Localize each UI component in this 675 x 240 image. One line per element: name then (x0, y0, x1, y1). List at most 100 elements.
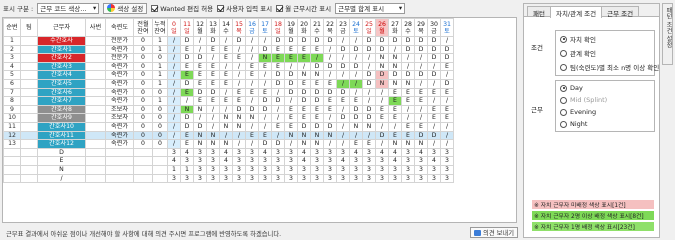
shift-cell[interactable]: / (349, 130, 363, 141)
row-prev-remain[interactable]: 0 (133, 53, 153, 63)
shift-cell[interactable]: / (167, 61, 181, 72)
shift-cell[interactable]: D (323, 61, 337, 72)
shift-cell[interactable]: D (258, 96, 272, 106)
day-header[interactable]: 11 일 (180, 18, 194, 37)
shift-cell[interactable]: D (401, 44, 415, 55)
row-position[interactable]: 조보자 (105, 113, 134, 123)
shift-cell[interactable]: D (362, 78, 376, 89)
row-sabun[interactable] (85, 36, 106, 46)
shift-cell[interactable]: N (297, 70, 311, 80)
row-team[interactable] (20, 96, 38, 106)
shift-cell[interactable]: D (388, 36, 402, 46)
shift-cell[interactable]: D (284, 78, 298, 89)
row-sabun[interactable] (85, 87, 106, 98)
shift-cell[interactable]: / (245, 36, 259, 46)
shift-cell[interactable]: D (271, 70, 285, 80)
shift-cell[interactable]: D (427, 53, 441, 63)
row-team[interactable] (20, 87, 38, 98)
shift-cell[interactable]: / (336, 130, 350, 141)
shift-cell[interactable]: D (271, 96, 285, 106)
shift-cell[interactable]: D (193, 87, 207, 98)
shift-cell[interactable]: E (297, 104, 311, 115)
shift-cell[interactable]: E (258, 61, 272, 72)
day-header[interactable]: 17 토 (258, 18, 272, 37)
shift-cell[interactable]: / (401, 61, 415, 72)
row-team[interactable] (20, 36, 38, 46)
shift-cell[interactable]: E (323, 96, 337, 106)
shift-cell[interactable]: / (414, 104, 428, 115)
tab-work-condition[interactable]: 근무 조건 (601, 6, 640, 18)
shift-cell[interactable]: E (323, 78, 337, 89)
row-worker[interactable]: 간호사1 (37, 44, 86, 55)
shift-cell[interactable]: / (193, 44, 207, 55)
radio-self-check[interactable]: 자치 확인 (560, 34, 650, 44)
day-header[interactable]: 25 일 (362, 18, 376, 37)
shift-cell[interactable]: E (297, 53, 311, 63)
shift-cell[interactable]: E (375, 113, 389, 123)
row-sabun[interactable] (85, 78, 106, 89)
shift-cell[interactable]: / (206, 113, 220, 123)
row-team[interactable] (20, 139, 38, 149)
shift-cell[interactable]: / (193, 36, 207, 46)
shift-cell[interactable]: D (323, 87, 337, 98)
row-position[interactable]: 숙련가 (105, 130, 134, 141)
shift-cell[interactable]: / (245, 121, 259, 132)
row-seq[interactable]: 8 (3, 96, 21, 106)
shift-cell[interactable]: / (323, 113, 337, 123)
shift-cell[interactable]: E (180, 44, 194, 55)
shift-cell[interactable]: N (219, 113, 233, 123)
shift-cell[interactable]: E (193, 78, 207, 89)
shift-cell[interactable]: / (271, 130, 285, 141)
shift-cell[interactable]: D (323, 121, 337, 132)
shift-cell[interactable]: D (414, 36, 428, 46)
shift-cell[interactable]: / (271, 113, 285, 123)
row-prev-remain[interactable]: 0 (133, 70, 153, 80)
table-row[interactable]: 9 간호사8 조보자 0 0/N N / / D D D / E E E E / D D E E / / E E (3, 104, 454, 115)
shift-cell[interactable]: D (258, 104, 272, 115)
row-seq[interactable]: 6 (3, 78, 21, 89)
shift-cell[interactable]: D (414, 70, 428, 80)
row-position[interactable]: 전문가 (105, 53, 134, 63)
shift-cell[interactable]: E (284, 121, 298, 132)
shift-cell[interactable]: / (362, 130, 376, 141)
row-sabun[interactable] (85, 53, 106, 63)
day-header[interactable]: 27 화 (388, 18, 402, 37)
day-header[interactable]: 13 화 (206, 18, 220, 37)
row-position[interactable]: 숙련가 (105, 78, 134, 89)
shift-cell[interactable]: D (180, 78, 194, 89)
shift-cell[interactable]: / (232, 44, 246, 55)
shift-cell[interactable]: / (232, 139, 246, 149)
row-seq[interactable]: 13 (3, 139, 21, 149)
radio-day[interactable]: Day (560, 84, 650, 92)
row-sabun[interactable] (85, 121, 106, 132)
shift-cell[interactable]: D (297, 87, 311, 98)
shift-cell[interactable]: / (440, 121, 454, 132)
radio-mid[interactable]: Mid (Splint) (560, 96, 650, 104)
shift-cell[interactable]: / (440, 130, 454, 141)
shift-cell[interactable]: / (167, 96, 181, 106)
shift-cell[interactable]: N (297, 139, 311, 149)
shift-cell[interactable]: E (219, 44, 233, 55)
shift-cell[interactable]: / (206, 121, 220, 132)
table-row[interactable]: 2 간호사1 숙련가 0 1/E / E E / / D E E E E / D D D D / D D D D (3, 44, 454, 55)
table-row[interactable]: 6 간호사5 숙련가 0 1/D E E E / / / D D E E E / / D N N N / / D (3, 78, 454, 89)
shift-cell[interactable]: D (271, 78, 285, 89)
shift-cell[interactable]: N (232, 113, 246, 123)
col-prev-remain[interactable]: 전월 잔여 (133, 18, 153, 37)
shift-cell[interactable]: E (310, 104, 324, 115)
shift-cell[interactable]: / (167, 139, 181, 149)
shift-cell[interactable]: / (427, 139, 441, 149)
row-seq[interactable]: 1 (3, 36, 21, 46)
shift-cell[interactable]: / (349, 36, 363, 46)
shift-cell[interactable]: E (401, 130, 415, 141)
shift-cell[interactable]: N (193, 130, 207, 141)
row-team[interactable] (20, 44, 38, 55)
shift-cell[interactable]: N (414, 139, 428, 149)
shift-cell[interactable]: E (284, 53, 298, 63)
shift-cell[interactable]: D (349, 44, 363, 55)
row-prev-remain[interactable]: 0 (133, 113, 153, 123)
row-accum-remain[interactable]: 1 (152, 70, 168, 80)
row-position[interactable]: 숙련가 (105, 61, 134, 72)
shift-cell[interactable]: E (427, 87, 441, 98)
row-worker[interactable]: 간호사4 (37, 70, 86, 80)
